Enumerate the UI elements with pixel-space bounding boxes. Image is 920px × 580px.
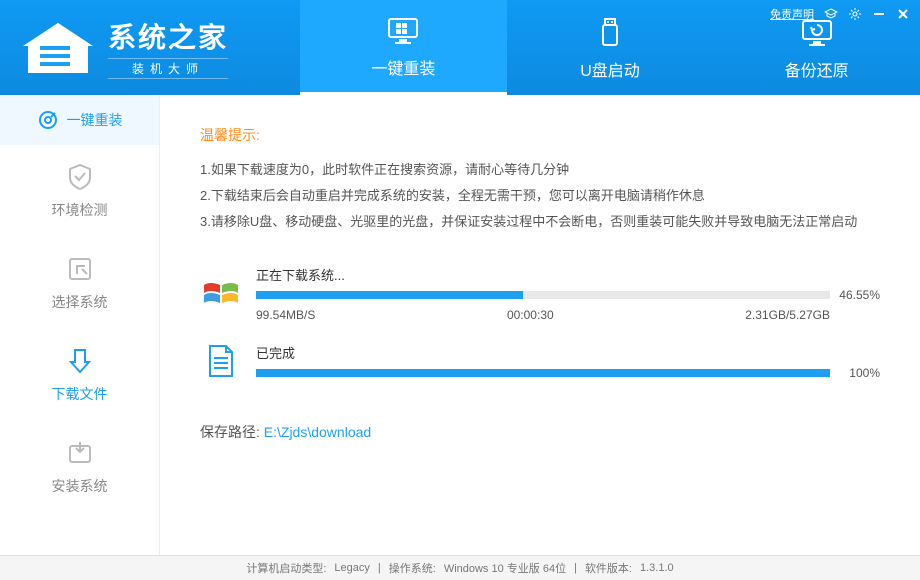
save-path-value[interactable]: E:\Zjds\download — [264, 424, 371, 440]
logo-icon — [18, 18, 98, 78]
download-size: 2.31GB/5.27GB — [745, 308, 830, 322]
sidebar-reinstall[interactable]: 一键重装 — [0, 95, 159, 145]
close-icon[interactable] — [896, 7, 910, 21]
sidebar-download-label: 下载文件 — [52, 384, 108, 404]
install-icon — [65, 438, 95, 468]
sidebar-reinstall-label: 一键重装 — [67, 110, 123, 130]
boot-type: Legacy — [334, 562, 369, 574]
document-icon — [200, 340, 242, 382]
complete-progress-bar — [256, 369, 830, 377]
download-progress-bar — [256, 291, 830, 299]
usb-icon — [592, 15, 628, 51]
sidebar: 一键重装 环境检测 选择系统 下载文件 安装系统 — [0, 95, 160, 555]
complete-progress-row: 已完成 100% — [200, 340, 880, 382]
version-label: 软件版本: — [585, 560, 632, 576]
download-progress-row: 正在下载系统... 46.55% 99.54MB/S 00:00:30 2.31… — [200, 265, 880, 322]
complete-percent: 100% — [838, 366, 880, 380]
tips-line-3: 3.请移除U盘、移动硬盘、光驱里的光盘，并保证安装过程中不会断电，否则重装可能失… — [200, 209, 880, 235]
tips-title: 温馨提示: — [200, 125, 880, 145]
select-icon — [65, 254, 95, 284]
shield-icon — [65, 162, 95, 192]
windows-icon — [200, 273, 242, 315]
download-label: 正在下载系统... — [256, 265, 880, 284]
nav-reinstall[interactable]: 一键重装 — [300, 0, 507, 95]
download-elapsed: 00:00:30 — [507, 308, 554, 322]
target-icon — [37, 109, 59, 131]
download-icon — [65, 346, 95, 376]
window-controls: 免责声明 — [770, 6, 910, 22]
body: 一键重装 环境检测 选择系统 下载文件 安装系统 温馨提示: 1.如果下载速度为… — [0, 95, 920, 555]
sidebar-select-label: 选择系统 — [52, 292, 108, 312]
complete-label: 已完成 — [256, 343, 880, 362]
sidebar-install[interactable]: 安装系统 — [0, 421, 159, 513]
sidebar-select-sys[interactable]: 选择系统 — [0, 237, 159, 329]
version-value: 1.3.1.0 — [640, 562, 674, 574]
download-percent: 46.55% — [838, 288, 880, 302]
download-speed: 99.54MB/S — [256, 308, 315, 322]
sidebar-install-label: 安装系统 — [52, 476, 108, 496]
monitor-icon — [385, 13, 421, 49]
sidebar-env-label: 环境检测 — [52, 200, 108, 220]
save-path-label: 保存路径: — [200, 424, 260, 440]
disclaimer-link[interactable]: 免责声明 — [770, 6, 814, 22]
os-value: Windows 10 专业版 64位 — [444, 560, 566, 576]
settings-icon[interactable] — [848, 7, 862, 21]
logo-area: 系统之家 装机大师 — [0, 0, 300, 95]
nav-usb-label: U盘启动 — [580, 57, 640, 81]
save-path: 保存路径: E:\Zjds\download — [200, 422, 880, 442]
tips-line-2: 2.下载结束后会自动重启并完成系统的安装，全程无需干预，您可以离开电脑请稍作休息 — [200, 183, 880, 209]
tips-line-1: 1.如果下载速度为0，此时软件正在搜索资源，请耐心等待几分钟 — [200, 157, 880, 183]
app-subtitle: 装机大师 — [108, 58, 228, 79]
graduation-icon[interactable] — [824, 7, 838, 21]
footer: 计算机启动类型: Legacy | 操作系统: Windows 10 专业版 6… — [0, 555, 920, 580]
boot-type-label: 计算机启动类型: — [246, 560, 326, 576]
header: 系统之家 装机大师 一键重装 U盘启动 备份还原 免责声明 — [0, 0, 920, 95]
os-label: 操作系统: — [389, 560, 436, 576]
sidebar-env-check[interactable]: 环境检测 — [0, 145, 159, 237]
app-title: 系统之家 — [108, 16, 228, 56]
progress-section: 正在下载系统... 46.55% 99.54MB/S 00:00:30 2.31… — [200, 265, 880, 382]
nav-usb-boot[interactable]: U盘启动 — [507, 0, 714, 95]
content: 温馨提示: 1.如果下载速度为0，此时软件正在搜索资源，请耐心等待几分钟 2.下… — [160, 95, 920, 555]
sidebar-download[interactable]: 下载文件 — [0, 329, 159, 421]
nav-reinstall-label: 一键重装 — [371, 55, 435, 79]
nav-backup-label: 备份还原 — [785, 57, 849, 81]
minimize-icon[interactable] — [872, 7, 886, 21]
